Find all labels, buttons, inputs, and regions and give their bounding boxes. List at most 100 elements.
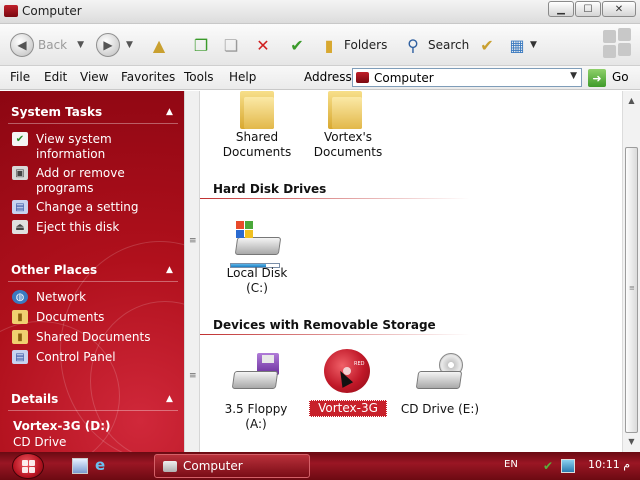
scroll-down-icon[interactable]: ▼ — [623, 433, 640, 450]
menu-favorites[interactable]: Favorites — [121, 70, 175, 84]
system-tasks-heading[interactable]: System Tasks — [11, 105, 102, 119]
minimize-button[interactable]: ▁ — [548, 1, 574, 17]
divider — [8, 410, 178, 411]
hard-disk-icon — [232, 221, 282, 261]
taskbar-window-computer[interactable]: Computer — [154, 454, 310, 478]
place-control-panel[interactable]: ▤ Control Panel — [12, 350, 156, 365]
maximize-button[interactable]: ☐ — [575, 1, 601, 17]
task-change-setting[interactable]: ▤ Change a setting — [12, 200, 156, 215]
views-button[interactable]: ▦ ▼ — [506, 32, 537, 58]
group-heading-removable-storage: Devices with Removable Storage — [213, 318, 436, 332]
place-documents[interactable]: ▮ Documents — [12, 310, 156, 325]
group-heading-hard-disk-drives: Hard Disk Drives — [213, 182, 327, 196]
back-arrow-icon: ◀ — [10, 33, 34, 57]
close-button[interactable]: ✕ — [602, 1, 636, 17]
vertical-scrollbar[interactable]: ▲ ≡ ▼ — [622, 91, 640, 452]
clock[interactable]: 10:11 م — [588, 458, 630, 471]
forward-button[interactable]: ▶ ▼ — [96, 32, 133, 58]
collapse-icon[interactable]: ▲ — [166, 107, 173, 117]
file-view: Shared Documents Vortex's Documents Hard D… — [200, 91, 622, 452]
address-value: Computer — [374, 71, 434, 85]
up-button[interactable]: ▲ — [148, 32, 170, 58]
search-button[interactable]: ⚲ Search — [402, 32, 469, 58]
other-places-heading[interactable]: Other Places — [11, 263, 97, 277]
delete-button[interactable]: ✕ — [252, 32, 274, 58]
show-desktop-icon[interactable] — [72, 458, 88, 474]
pane-splitter[interactable]: ≡ ≡ — [184, 91, 200, 452]
window-controls: ▁ ☐ ✕ — [547, 1, 636, 17]
menu-help[interactable]: Help — [229, 70, 256, 84]
place-label: Network — [36, 290, 87, 304]
folder-label: Shared Documents — [222, 130, 292, 159]
drive-label: 3.5 Floppy (A:) — [224, 402, 288, 431]
search-label: Search — [428, 38, 470, 52]
place-shared-documents[interactable]: ▮ Shared Documents — [12, 330, 156, 345]
folder-icon — [328, 91, 362, 129]
collapse-icon[interactable]: ▲ — [166, 265, 173, 275]
computer-icon — [163, 461, 177, 472]
computer-icon — [4, 5, 18, 17]
task-view-system-information[interactable]: ✔ View system information — [12, 132, 156, 162]
back-button[interactable]: ◀ Back ▼ — [10, 32, 84, 58]
details-name: Vortex-3G (D:) — [13, 419, 111, 433]
go-arrow-icon[interactable]: ➜ — [588, 69, 606, 87]
move-to-button[interactable]: ❏ — [220, 32, 242, 58]
menu-file[interactable]: File — [10, 70, 30, 84]
divider — [8, 123, 178, 124]
windows-logo-icon — [602, 28, 632, 60]
back-dropdown-icon[interactable]: ▼ — [77, 40, 84, 50]
back-label: Back — [38, 38, 68, 52]
drive-label: CD Drive (E:) — [400, 402, 480, 416]
internet-explorer-icon[interactable]: e — [95, 458, 111, 474]
menu-bar: File Edit View Favorites Tools Help Addr… — [0, 66, 640, 90]
task-eject-disk[interactable]: ⏏ Eject this disk — [12, 220, 156, 235]
task-add-remove-programs[interactable]: ▣ Add or remove programs — [12, 166, 156, 196]
check-icon: ✔ — [290, 35, 304, 55]
copy-to-icon: ❐ — [193, 35, 209, 55]
language-indicator[interactable]: EN — [504, 459, 518, 470]
taskbar: e Computer EN ✔ 10:11 م — [0, 452, 640, 480]
divider — [8, 281, 178, 282]
details-heading[interactable]: Details — [11, 392, 58, 406]
scroll-thumb[interactable]: ≡ — [625, 147, 638, 433]
start-button[interactable] — [12, 453, 44, 479]
folders-button[interactable]: ▮ Folders — [318, 32, 388, 58]
views-icon: ▦ — [509, 35, 525, 55]
security-tray-icon[interactable]: ✔ — [543, 459, 557, 473]
group-divider — [200, 198, 470, 199]
details-type: CD Drive — [13, 435, 67, 449]
menu-tools[interactable]: Tools — [184, 70, 214, 84]
copy-to-button[interactable]: ❐ — [190, 32, 212, 58]
folder-sync-button[interactable]: ✔ — [476, 32, 498, 58]
address-dropdown-icon[interactable]: ▼ — [570, 71, 577, 81]
folder-icon — [240, 91, 274, 129]
folders-label: Folders — [344, 38, 388, 52]
task-label: Change a setting — [36, 200, 139, 214]
network-tray-icon[interactable] — [561, 459, 575, 473]
place-network[interactable]: ◍ Network — [12, 290, 156, 305]
splitter-grip-icon: ≡ — [189, 236, 197, 246]
properties-button[interactable]: ✔ — [286, 32, 308, 58]
address-input[interactable]: Computer ▼ — [352, 68, 582, 87]
drive-label-selected: Vortex-3G (D:) — [309, 400, 387, 430]
task-label: Eject this disk — [36, 220, 120, 234]
menu-view[interactable]: View — [80, 70, 108, 84]
shared-folder-icon: ▮ — [12, 330, 28, 344]
collapse-icon[interactable]: ▲ — [166, 394, 173, 404]
go-button[interactable]: Go — [612, 70, 629, 84]
place-label: Documents — [36, 310, 105, 324]
cd-drive-icon — [415, 353, 467, 393]
control-panel-icon: ▤ — [12, 200, 28, 214]
title-bar[interactable]: Computer ▁ ☐ ✕ — [0, 0, 640, 24]
toolbar: ◀ Back ▼ ▶ ▼ ▲ ❐ ❏ ✕ ✔ ▮ Folders ⚲ Searc… — [0, 24, 640, 66]
network-icon: ◍ — [12, 290, 28, 304]
menu-edit[interactable]: Edit — [44, 70, 67, 84]
computer-icon — [356, 72, 369, 83]
delete-x-icon: ✕ — [256, 35, 270, 55]
folder-label: Vortex's Documents — [313, 130, 383, 159]
task-label: Add or remove programs — [36, 166, 125, 195]
views-dropdown-icon: ▼ — [530, 40, 537, 50]
scroll-up-icon[interactable]: ▲ — [623, 92, 640, 109]
forward-dropdown-icon[interactable]: ▼ — [126, 40, 133, 50]
maximize-icon: ☐ — [583, 3, 593, 15]
